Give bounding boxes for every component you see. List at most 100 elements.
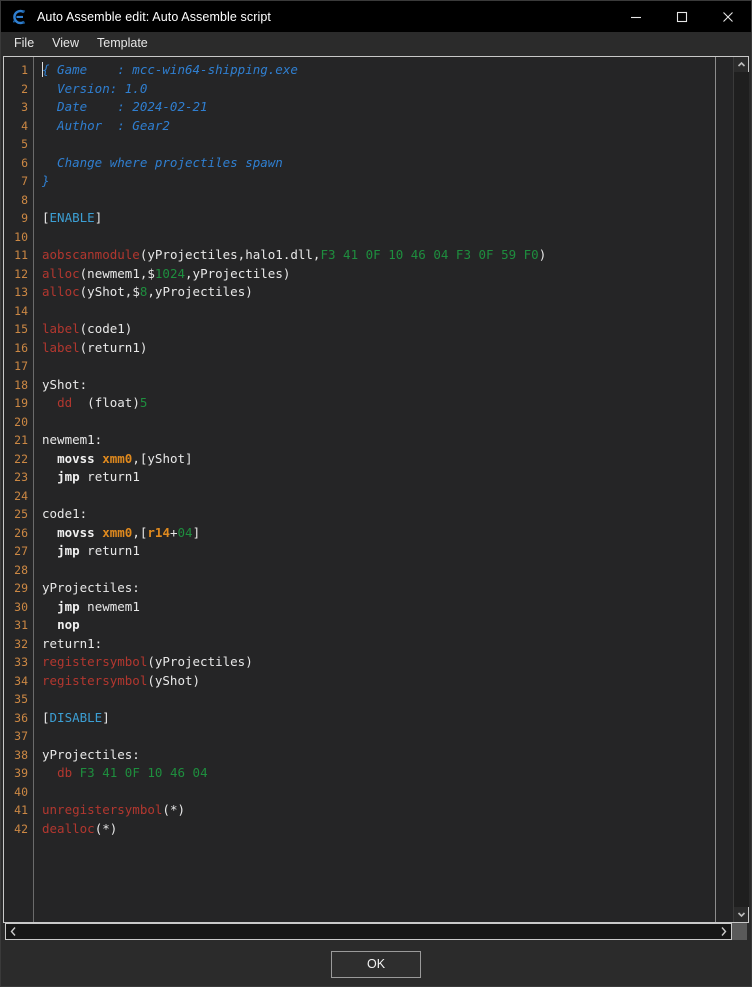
chevron-right-icon[interactable] (716, 926, 731, 937)
line-number: 32 (4, 635, 33, 654)
code-line[interactable]: code1: (42, 505, 733, 524)
code-line[interactable] (42, 413, 733, 432)
editor-frame: 1234567891011121314151617181920212223242… (3, 56, 749, 923)
code-line[interactable]: yProjectiles: (42, 579, 733, 598)
line-number: 41 (4, 801, 33, 820)
code-line[interactable]: yProjectiles: (42, 746, 733, 765)
code-line[interactable] (42, 690, 733, 709)
maximize-button[interactable] (659, 1, 705, 32)
code-line[interactable]: registersymbol(yProjectiles) (42, 653, 733, 672)
code-token: return1: (42, 636, 102, 651)
code-token: (*) (162, 802, 185, 817)
line-number: 15 (4, 320, 33, 339)
code-token: (newmem1,$ (80, 266, 155, 281)
menu-item-file[interactable]: File (5, 34, 43, 52)
menu-item-view[interactable]: View (43, 34, 88, 52)
code-line[interactable]: unregistersymbol(*) (42, 801, 733, 820)
line-number: 7 (4, 172, 33, 191)
code-line[interactable] (42, 561, 733, 580)
code-line[interactable] (42, 487, 733, 506)
code-line[interactable] (42, 783, 733, 802)
code-line[interactable]: jmp return1 (42, 542, 733, 561)
code-line[interactable]: [DISABLE] (42, 709, 733, 728)
code-token: (*) (95, 821, 118, 836)
code-line[interactable] (42, 727, 733, 746)
code-line[interactable]: Author : Gear2 (42, 117, 733, 136)
code-line[interactable]: dealloc(*) (42, 820, 733, 839)
code-line[interactable] (42, 191, 733, 210)
code-line[interactable]: } (42, 172, 733, 191)
code-line[interactable] (42, 302, 733, 321)
code-line[interactable]: registersymbol(yShot) (42, 672, 733, 691)
titlebar: Auto Assemble edit: Auto Assemble script (1, 1, 751, 32)
chevron-up-icon[interactable] (734, 57, 749, 72)
code-token: yShot: (42, 377, 87, 392)
line-number: 10 (4, 228, 33, 247)
code-line[interactable]: Change where projectiles spawn (42, 154, 733, 173)
code-region[interactable]: 1234567891011121314151617181920212223242… (4, 57, 733, 922)
horizontal-scroll-track[interactable] (21, 924, 716, 939)
code-line[interactable]: { Game : mcc-win64-shipping.exe (42, 61, 733, 80)
code-line[interactable]: alloc(yShot,$8,yProjectiles) (42, 283, 733, 302)
code-token: registersymbol (42, 673, 147, 688)
code-token: jmp (57, 599, 80, 614)
code-line[interactable]: jmp newmem1 (42, 598, 733, 617)
code-line[interactable] (42, 228, 733, 247)
code-line[interactable]: Version: 1.0 (42, 80, 733, 99)
code-line[interactable]: return1: (42, 635, 733, 654)
cheat-engine-logo-icon (8, 6, 30, 28)
code-token: jmp (57, 469, 80, 484)
code-token: nop (57, 617, 80, 632)
chevron-left-icon[interactable] (6, 926, 21, 937)
code-line[interactable]: newmem1: (42, 431, 733, 450)
code-line[interactable]: yShot: (42, 376, 733, 395)
code-token: newmem1: (42, 432, 102, 447)
code-line[interactable]: Date : 2024-02-21 (42, 98, 733, 117)
horizontal-scrollbar[interactable] (5, 923, 732, 940)
close-button[interactable] (705, 1, 751, 32)
code-token: (yShot) (147, 673, 200, 688)
code-token (42, 451, 57, 466)
vertical-scroll-track[interactable] (734, 72, 749, 907)
code-line[interactable]: label(return1) (42, 339, 733, 358)
code-line[interactable]: nop (42, 616, 733, 635)
code-token: (code1) (80, 321, 133, 336)
code-line[interactable] (42, 135, 733, 154)
editor-container: 1234567891011121314151617181920212223242… (1, 54, 751, 942)
horizontal-scrollbar-row (3, 923, 749, 942)
code-token (42, 469, 57, 484)
code-line[interactable]: movss xmm0,[yShot] (42, 450, 733, 469)
chevron-down-icon[interactable] (734, 907, 749, 922)
line-number: 33 (4, 653, 33, 672)
code-line[interactable]: dd (float)5 (42, 394, 733, 413)
code-line[interactable]: movss xmm0,[r14+04] (42, 524, 733, 543)
line-number: 19 (4, 394, 33, 413)
line-number: 13 (4, 283, 33, 302)
code-token: } (42, 173, 50, 188)
window-title: Auto Assemble edit: Auto Assemble script (37, 10, 271, 24)
minimize-button[interactable] (613, 1, 659, 32)
code-editor-text[interactable]: { Game : mcc-win64-shipping.exe Version:… (34, 57, 733, 922)
ok-button[interactable]: OK (331, 951, 421, 978)
code-token: (yShot,$ (80, 284, 140, 299)
code-token: return1 (80, 469, 140, 484)
line-number: 6 (4, 154, 33, 173)
code-line[interactable]: [ENABLE] (42, 209, 733, 228)
code-token: unregistersymbol (42, 802, 162, 817)
line-number: 23 (4, 468, 33, 487)
line-number: 37 (4, 727, 33, 746)
code-line[interactable]: alloc(newmem1,$1024,yProjectiles) (42, 265, 733, 284)
footer-bar: OK (1, 942, 751, 986)
line-number: 1 (4, 61, 33, 80)
vertical-scrollbar[interactable] (733, 57, 748, 922)
code-line[interactable]: aobscanmodule(yProjectiles,halo1.dll,F3 … (42, 246, 733, 265)
code-token: registersymbol (42, 654, 147, 669)
code-line[interactable]: db F3 41 0F 10 46 04 (42, 764, 733, 783)
code-line[interactable] (42, 357, 733, 376)
line-number: 26 (4, 524, 33, 543)
code-line[interactable]: label(code1) (42, 320, 733, 339)
scrollbar-corner (732, 923, 747, 940)
menu-item-template[interactable]: Template (88, 34, 157, 52)
code-token: ,yProjectiles) (147, 284, 252, 299)
code-line[interactable]: jmp return1 (42, 468, 733, 487)
